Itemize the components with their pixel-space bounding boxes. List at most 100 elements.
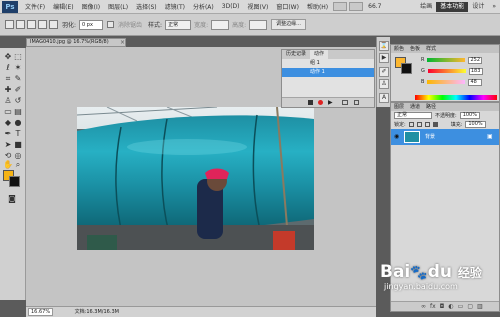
move-tool-icon[interactable]: ✥: [3, 52, 13, 62]
slider-r-value[interactable]: 252: [468, 56, 483, 64]
slider-b-track[interactable]: [427, 80, 466, 84]
opacity-input[interactable]: 100%: [459, 112, 480, 119]
healing-brush-tool-icon[interactable]: ✚: [3, 85, 13, 95]
play-icon[interactable]: ▶: [328, 100, 333, 106]
refine-edge-button[interactable]: 调整边缘...: [271, 19, 306, 30]
record-icon[interactable]: [318, 100, 323, 105]
slider-r-track[interactable]: [427, 58, 466, 62]
menu-edit[interactable]: 编辑(E): [49, 2, 77, 11]
layer-row-background[interactable]: ◉ 背景 ▣: [391, 129, 499, 145]
menu-analysis[interactable]: 分析(A): [189, 2, 218, 11]
new-layer-icon[interactable]: ▢: [467, 303, 473, 310]
height-input[interactable]: [249, 19, 268, 30]
slider-r[interactable]: R 252: [421, 56, 483, 64]
layer-style-icon[interactable]: fx: [430, 303, 436, 310]
zoom-level[interactable]: 66.7: [364, 3, 385, 10]
menu-window[interactable]: 窗口(W): [272, 2, 303, 11]
menu-help[interactable]: 帮助(H): [303, 2, 332, 11]
blur-tool-icon[interactable]: ◆: [3, 118, 13, 128]
lasso-tool-icon[interactable]: ℓ: [3, 63, 13, 73]
pen-tool-icon[interactable]: ✒: [3, 129, 13, 139]
action-set-row[interactable]: 组 1: [282, 59, 374, 68]
crop-tool-icon[interactable]: ⌗: [3, 74, 13, 84]
actions-panel-icon[interactable]: ▶: [379, 53, 389, 63]
visibility-eye-icon[interactable]: ◉: [394, 133, 399, 140]
style-select[interactable]: 正常: [165, 19, 192, 30]
slider-g-track[interactable]: [427, 69, 466, 73]
action-row[interactable]: 动作 1: [282, 68, 374, 77]
view-extras-icon[interactable]: [349, 2, 364, 11]
new-group-icon[interactable]: ▭: [458, 303, 464, 310]
slider-g[interactable]: G 183: [421, 67, 483, 75]
shape-tool-icon[interactable]: ■: [13, 140, 23, 150]
menu-layer[interactable]: 图层(L): [104, 2, 132, 11]
marquee-tool-icon[interactable]: ⬚: [13, 52, 23, 62]
background-color-swatch[interactable]: [9, 176, 20, 187]
bridge-icon[interactable]: [333, 2, 348, 11]
lock-all-icon[interactable]: [432, 122, 438, 127]
brush-panel-icon[interactable]: ✐: [379, 67, 389, 77]
eyedropper-tool-icon[interactable]: ✎: [13, 74, 23, 84]
lock-transparency-icon[interactable]: [408, 122, 414, 127]
tab-layers[interactable]: 图层: [394, 103, 404, 111]
fill-input[interactable]: 100%: [465, 121, 486, 128]
link-layers-icon[interactable]: ∞: [421, 303, 426, 310]
tab-channels[interactable]: 通道: [410, 103, 420, 111]
antialias-checkbox[interactable]: [107, 21, 115, 28]
menu-file[interactable]: 文件(F): [21, 2, 49, 11]
clone-stamp-tool-icon[interactable]: ♙: [3, 96, 13, 106]
feather-input[interactable]: 0 px: [79, 19, 104, 30]
workspace-essentials[interactable]: 基本功能: [436, 1, 469, 12]
zoom-status[interactable]: 16.67%: [28, 308, 54, 316]
intersect-selection-icon[interactable]: [49, 20, 58, 29]
tab-actions[interactable]: 动作: [310, 50, 329, 59]
menu-image[interactable]: 图像(I): [78, 2, 104, 11]
slider-b[interactable]: B 48: [421, 78, 483, 86]
menu-filter[interactable]: 滤镜(T): [161, 2, 189, 11]
gradient-tool-icon[interactable]: ▤: [13, 107, 23, 117]
clone-source-panel-icon[interactable]: ♙: [379, 79, 389, 89]
blend-mode-select[interactable]: 正常: [394, 112, 432, 119]
marquee-tool-icon[interactable]: [5, 20, 14, 29]
dodge-tool-icon[interactable]: ●: [13, 118, 23, 128]
brush-tool-icon[interactable]: ✐: [13, 85, 23, 95]
magic-wand-tool-icon[interactable]: ✶: [13, 63, 23, 73]
document-tab[interactable]: IMAG0410.jpg @ 16.7%(RGB/8): [26, 38, 126, 47]
history-brush-tool-icon[interactable]: ↺: [13, 96, 23, 106]
subtract-selection-icon[interactable]: [38, 20, 47, 29]
delete-layer-icon[interactable]: ▥: [477, 303, 483, 310]
hand-tool-icon[interactable]: ✋: [3, 160, 13, 170]
stop-icon[interactable]: [308, 100, 313, 105]
quick-mask-icon[interactable]: ◙: [7, 194, 17, 204]
width-input[interactable]: [211, 19, 230, 30]
zoom-tool-icon[interactable]: ⌕: [13, 160, 23, 170]
tab-styles[interactable]: 样式: [426, 45, 436, 53]
eraser-tool-icon[interactable]: ▭: [3, 107, 13, 117]
history-panel-icon[interactable]: ⌛: [379, 41, 389, 51]
color-spectrum-bar[interactable]: [415, 95, 497, 100]
new-action-icon[interactable]: [342, 100, 348, 105]
workspace-more[interactable]: »: [488, 2, 500, 12]
menu-view[interactable]: 视图(V): [244, 2, 273, 11]
add-mask-icon[interactable]: ◘: [440, 303, 445, 310]
tab-color[interactable]: 颜色: [394, 45, 404, 53]
new-selection-icon[interactable]: [16, 20, 25, 29]
path-selection-tool-icon[interactable]: ➤: [3, 140, 13, 150]
slider-g-value[interactable]: 183: [468, 67, 483, 75]
tab-swatches[interactable]: 色板: [410, 45, 420, 53]
layer-name[interactable]: 背景: [425, 133, 435, 140]
menu-3d[interactable]: 3D(D): [218, 3, 244, 10]
workspace-painting[interactable]: 绘画: [416, 2, 436, 12]
type-tool-icon[interactable]: T: [13, 129, 23, 139]
add-selection-icon[interactable]: [27, 20, 36, 29]
workspace-design[interactable]: 设计: [468, 2, 488, 12]
tab-paths[interactable]: 路径: [426, 103, 436, 111]
delete-icon[interactable]: [354, 100, 359, 105]
slider-b-value[interactable]: 48: [468, 78, 483, 86]
close-document-icon[interactable]: ×: [120, 39, 125, 46]
menu-select[interactable]: 选择(S): [132, 2, 161, 11]
tab-history[interactable]: 历史记录: [282, 50, 310, 59]
lock-position-icon[interactable]: [424, 122, 430, 127]
adjustment-layer-icon[interactable]: ◐: [448, 303, 453, 310]
lock-pixels-icon[interactable]: [416, 122, 422, 127]
